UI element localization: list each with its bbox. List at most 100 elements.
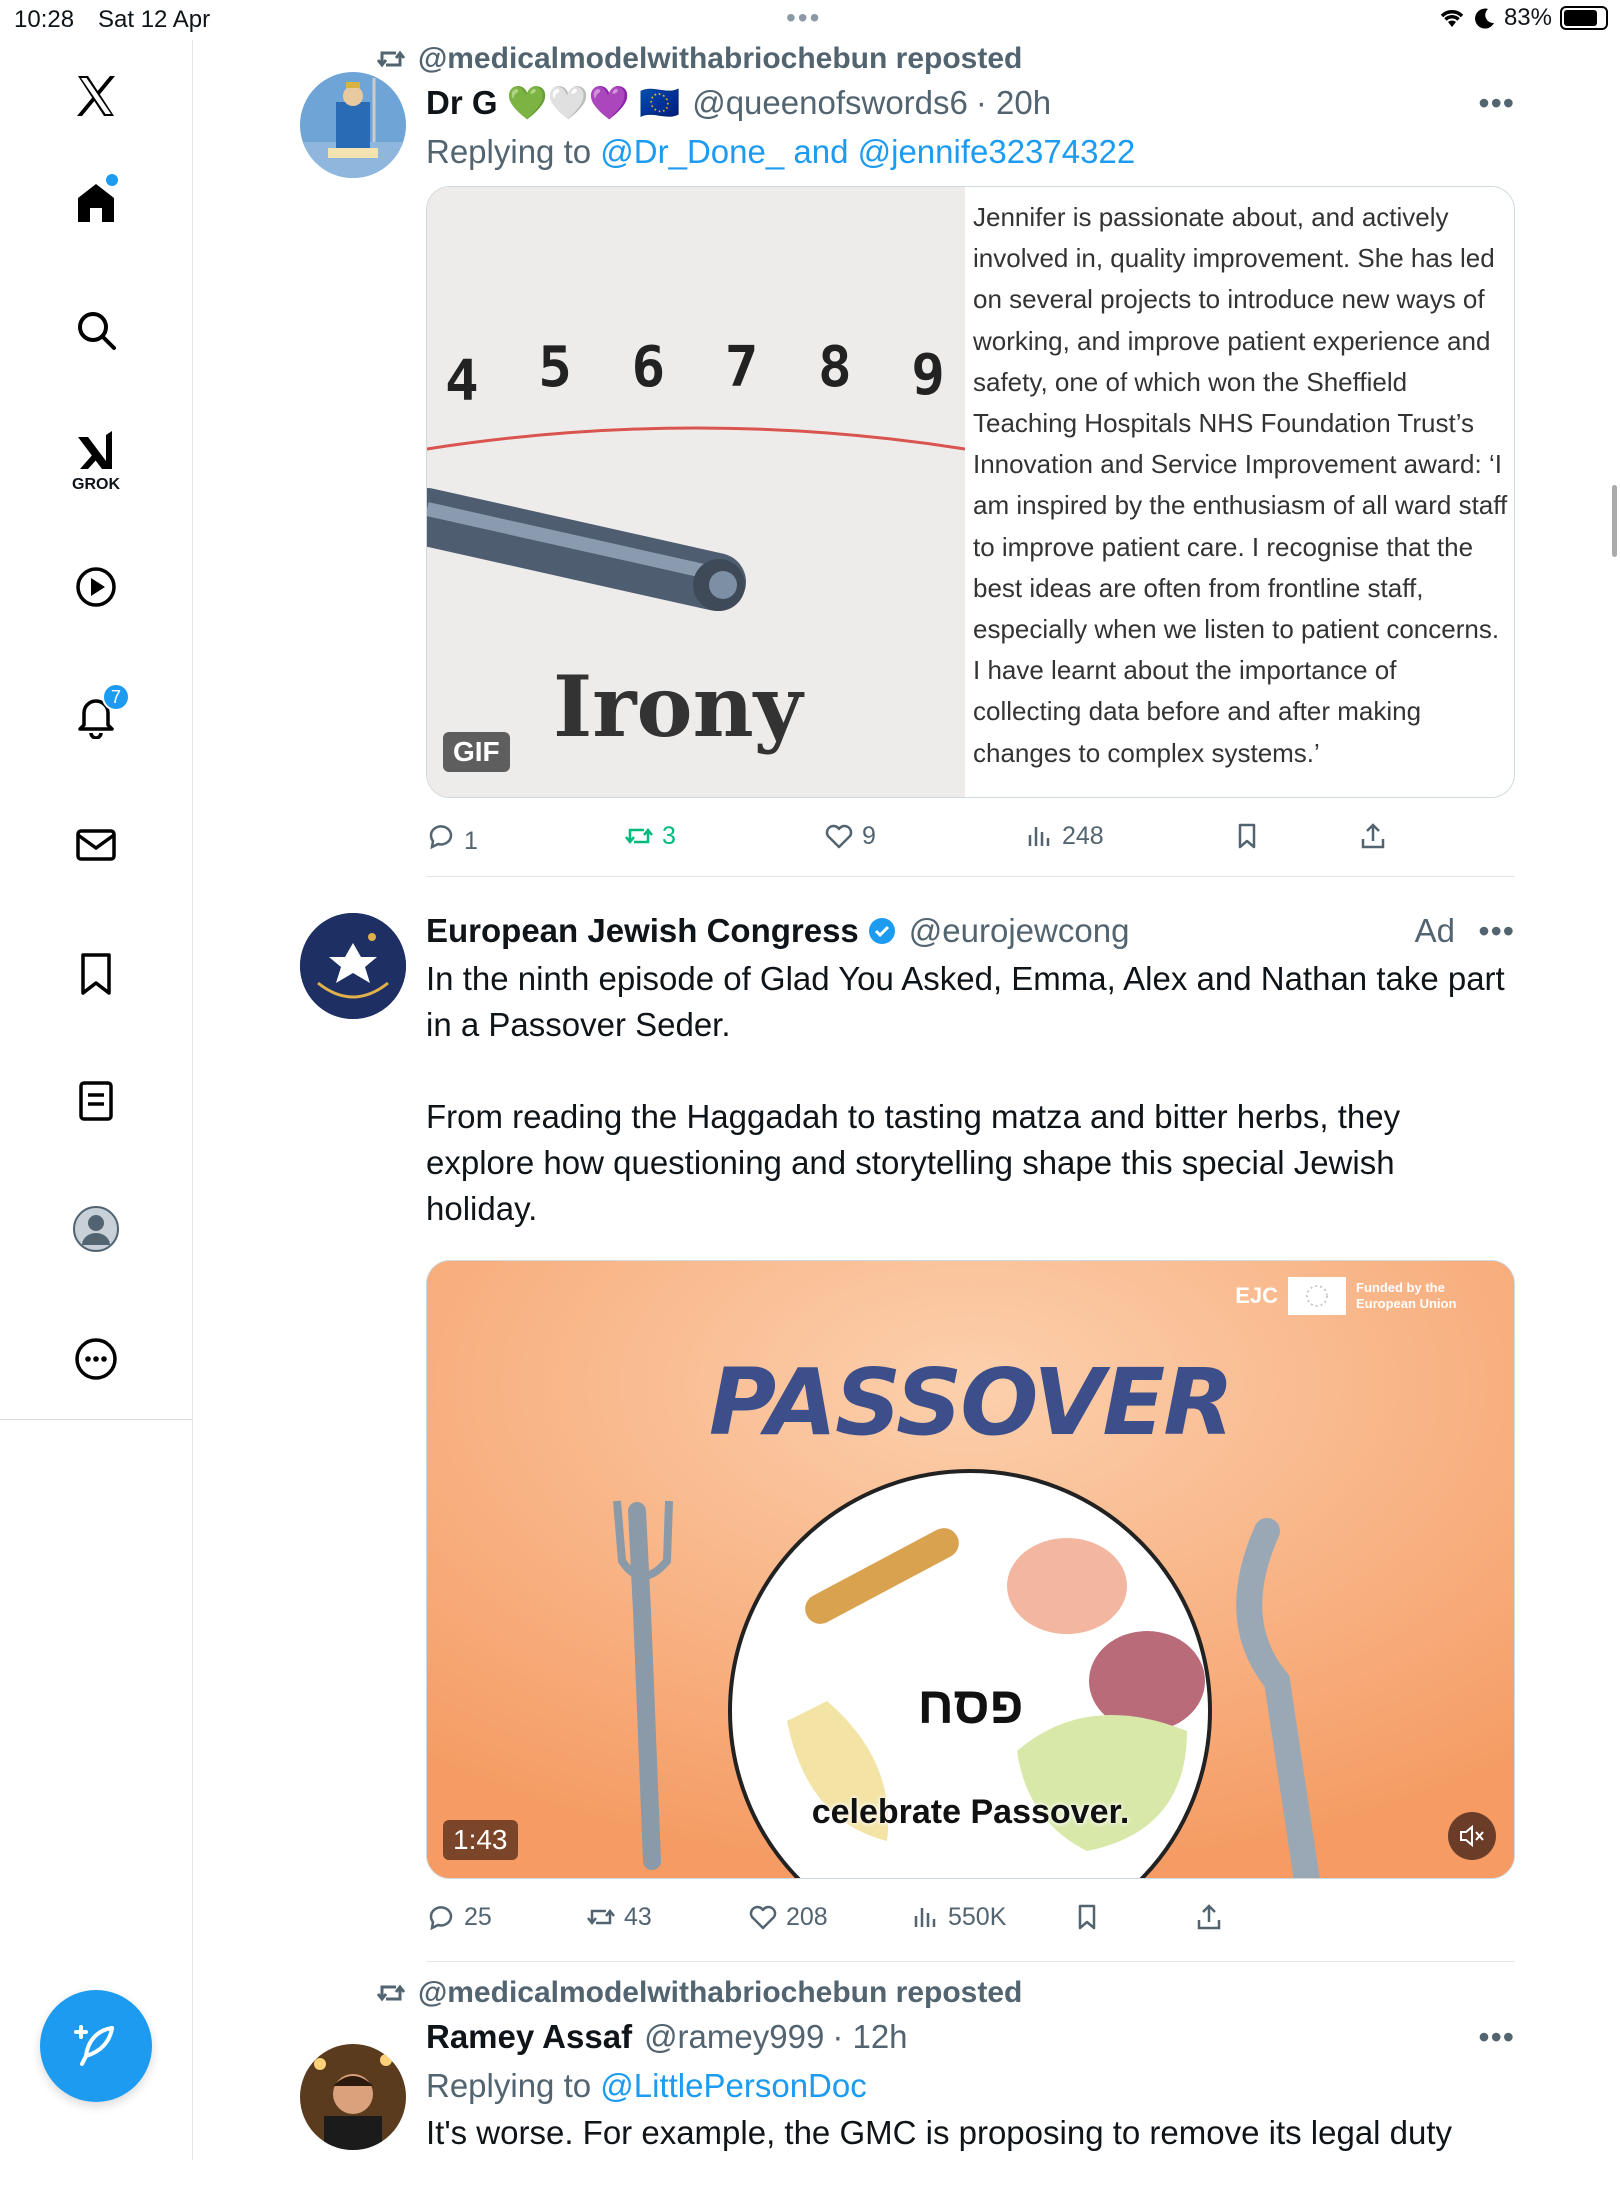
- wifi-icon: [1440, 10, 1464, 27]
- status-date: Sat 12 Apr: [98, 6, 211, 33]
- views-button[interactable]: 550K: [910, 1902, 1072, 1932]
- share-button[interactable]: [1194, 1902, 1224, 1932]
- tweet-ad[interactable]: European Jewish Congress @eurojewcong Ad…: [300, 881, 1515, 1962]
- post-time[interactable]: · 20h: [976, 84, 1051, 122]
- media-attachment[interactable]: 456789 Irony GIF Jennifer is passionate …: [426, 186, 1515, 798]
- post-time[interactable]: · 12h: [832, 2018, 907, 2056]
- verified-badge-icon: [868, 918, 895, 944]
- dial-number: 5: [538, 335, 572, 400]
- reply-count: 1: [464, 826, 478, 855]
- ad-label: Ad: [1414, 912, 1455, 949]
- replying-and[interactable]: and: [793, 133, 848, 170]
- bookmark-icon: [1078, 1904, 1096, 1930]
- views-count: 248: [1062, 821, 1104, 850]
- repost-button[interactable]: 43: [586, 1902, 748, 1932]
- multitasking-dots-icon[interactable]: •••: [786, 2, 821, 34]
- ejc-logo: EJC: [1235, 1283, 1278, 1308]
- reply-icon: [429, 1906, 453, 1931]
- notifications-bell-icon[interactable]: 7: [64, 683, 130, 747]
- replying-prefix: Replying to: [426, 133, 592, 170]
- author-handle[interactable]: @eurojewcong: [909, 912, 1130, 950]
- author-handle[interactable]: @ramey999: [644, 2018, 824, 2056]
- grok-icon[interactable]: [64, 426, 128, 476]
- x-logo-icon[interactable]: [64, 64, 128, 128]
- repost-label: @medicalmodelwithabriochebun reposted: [418, 42, 1023, 75]
- avatar[interactable]: [300, 2044, 406, 2150]
- tweet[interactable]: @medicalmodelwithabriochebun reposted Ra…: [300, 1974, 1515, 2204]
- status-time: 10:28: [14, 6, 75, 33]
- reply-button[interactable]: 25: [426, 1902, 586, 1932]
- search-icon[interactable]: [64, 298, 128, 362]
- replying-to-link[interactable]: @Dr_Done_: [600, 133, 784, 170]
- reply-icon: [429, 825, 453, 850]
- repost-count: 43: [624, 1902, 652, 1931]
- repost-button[interactable]: 3: [624, 821, 824, 851]
- reply-count: 25: [464, 1902, 492, 1931]
- status-bar: 10:28 Sat 12 Apr ••• 83%: [0, 0, 1620, 40]
- moon-icon: [1474, 8, 1494, 29]
- video-duration: 1:43: [443, 1820, 518, 1860]
- views-button[interactable]: 248: [1024, 821, 1232, 851]
- home-icon[interactable]: [64, 170, 128, 234]
- replying-to-link[interactable]: @jennife32374322: [858, 133, 1136, 170]
- replying-prefix: Replying to: [426, 2067, 592, 2104]
- replying-to-link[interactable]: @LittlePersonDoc: [600, 2067, 866, 2104]
- heart-icon: [749, 1905, 777, 1930]
- bookmark-button[interactable]: [1072, 1902, 1194, 1932]
- tweet[interactable]: @medicalmodelwithabriochebun reposted Dr…: [300, 40, 1515, 881]
- tweet-actions: 25 43 208 550K: [426, 1879, 1515, 1955]
- lists-icon[interactable]: [64, 1069, 128, 1133]
- author-handle[interactable]: @queenofswords6: [692, 84, 968, 122]
- video-player[interactable]: EJC Funded by the European Union PASSOVE…: [426, 1260, 1515, 1879]
- video-play-icon[interactable]: [64, 555, 128, 619]
- author-name[interactable]: Ramey Assaf: [426, 2018, 632, 2056]
- gif-badge: GIF: [443, 732, 510, 772]
- share-icon: [1361, 823, 1385, 849]
- more-options-icon[interactable]: •••: [1478, 913, 1515, 950]
- more-options-icon[interactable]: •••: [1478, 85, 1515, 122]
- replying-to: Replying to @Dr_Done_ and @jennife323743…: [426, 128, 1515, 176]
- avatar[interactable]: [300, 913, 406, 1019]
- tweet-divider: [426, 1961, 1515, 1962]
- dial-number: 6: [631, 335, 666, 400]
- repost-label: @medicalmodelwithabriochebun reposted: [418, 1976, 1023, 2009]
- more-options-icon[interactable]: [64, 1327, 128, 1391]
- like-count: 208: [786, 1902, 828, 1931]
- like-button[interactable]: 208: [748, 1902, 910, 1932]
- heart-icon: [825, 824, 853, 849]
- tweet-divider: [426, 876, 1515, 877]
- author-name[interactable]: Dr G 💚🤍💜 🇪🇺: [426, 84, 680, 123]
- avatar[interactable]: [300, 72, 406, 178]
- compose-post-button[interactable]: [40, 1990, 152, 2102]
- author-name[interactable]: European Jewish Congress: [426, 912, 859, 950]
- mute-button[interactable]: [1448, 1812, 1496, 1860]
- grok-label: GROK: [72, 476, 120, 493]
- like-button[interactable]: 9: [824, 821, 1024, 851]
- repost-icon: [376, 1984, 406, 2002]
- eu-flag-icon: [1288, 1277, 1346, 1315]
- sidebar-divider: [0, 1419, 193, 1420]
- gif-caption-word: Irony: [553, 657, 803, 756]
- more-options-icon[interactable]: •••: [1478, 2019, 1515, 2056]
- scrollbar[interactable]: [1612, 485, 1617, 557]
- views-chart-icon: [1028, 827, 1050, 846]
- eu-funding-note: Funded by the European Union: [1356, 1280, 1457, 1311]
- compose-feather-icon: [74, 2025, 114, 2066]
- dial-number: 7: [724, 335, 759, 400]
- bookmarks-icon[interactable]: [64, 941, 128, 1005]
- views-chart-icon: [914, 1908, 936, 1927]
- bookmark-button[interactable]: [1232, 821, 1358, 851]
- home-unread-dot: [106, 174, 118, 186]
- video-title: PASSOVER: [708, 1349, 1234, 1456]
- reply-button[interactable]: 1: [426, 817, 624, 856]
- muted-speaker-icon: [1460, 1824, 1484, 1848]
- quoted-text-image: Jennifer is passionate about, and active…: [965, 187, 1514, 797]
- repost-icon: [587, 1908, 615, 1926]
- replying-to: Replying to @LittlePersonDoc: [426, 2062, 1515, 2110]
- tweet-actions: 1 3 9 248: [426, 798, 1515, 874]
- share-button[interactable]: [1358, 821, 1388, 851]
- notifications-badge: 7: [102, 683, 130, 711]
- profile-avatar-icon[interactable]: [64, 1197, 128, 1261]
- messages-envelope-icon[interactable]: [64, 813, 128, 877]
- irony-gif[interactable]: 456789 Irony GIF: [427, 187, 965, 797]
